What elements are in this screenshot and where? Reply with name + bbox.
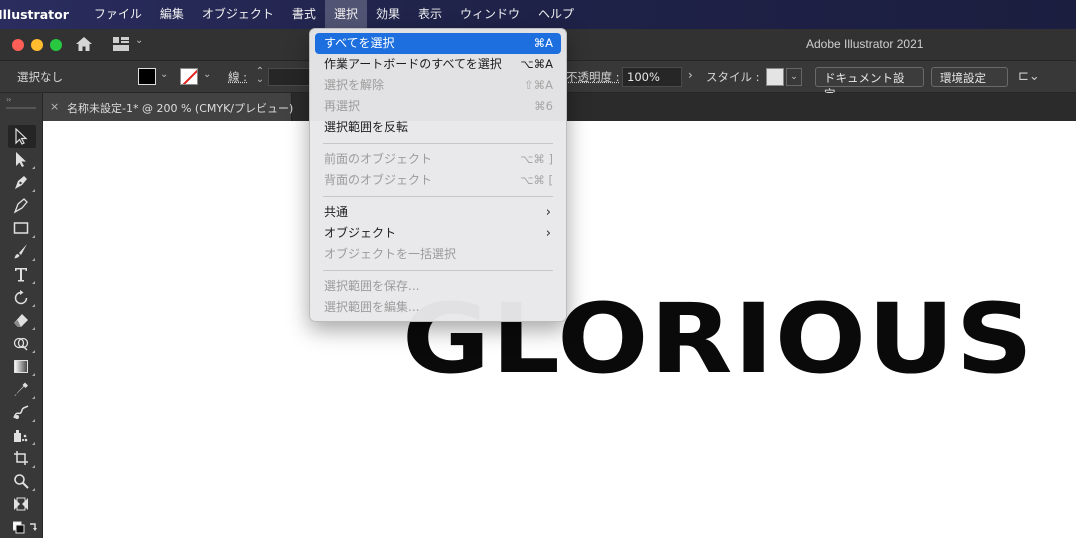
opacity-label[interactable]: 不透明度 : [566, 69, 620, 85]
eyedropper-tool-icon[interactable] [8, 378, 36, 401]
select-menu-item[interactable]: 再選択 ⌘6 [315, 96, 561, 117]
stroke-color-swatch[interactable] [180, 68, 198, 85]
document-tab[interactable]: × 名称未設定-1* @ 200 % (CMYK/プレビュー) [43, 93, 294, 121]
menu-item-label: 共通 [324, 205, 349, 219]
menu-item-shortcut: ⌘6 [534, 99, 553, 113]
menu-item-shortcut: ⌥⌘A [520, 57, 553, 71]
artboard-tool-icon[interactable] [8, 447, 36, 470]
menu-item-label: オブジェクトを一括選択 [324, 247, 457, 261]
select-menu-item[interactable]: 前面のオブジェクト ⌥⌘ ] [315, 149, 561, 170]
menu-help[interactable]: ヘルプ [529, 0, 583, 29]
symbol-sprayer-tool-icon[interactable] [8, 424, 36, 447]
blend-tool-icon[interactable] [8, 401, 36, 424]
menu-type[interactable]: 書式 [283, 0, 325, 29]
paintbrush-tool-icon[interactable] [8, 240, 36, 263]
menu-view[interactable]: 表示 [409, 0, 451, 29]
close-tab-icon[interactable]: × [50, 100, 59, 113]
zoom-tool-icon[interactable] [8, 470, 36, 493]
chevron-right-icon: › [545, 205, 551, 220]
panel-collapse-icon[interactable]: ›› [6, 95, 12, 104]
stroke-label[interactable]: 線 : [228, 69, 247, 85]
chevron-down-icon[interactable]: ⌄ [135, 35, 143, 46]
menu-edit[interactable]: 編集 [151, 0, 193, 29]
menu-separator [323, 143, 553, 144]
menu-item-label: 選択を解除 [324, 78, 385, 92]
chevron-down-icon[interactable]: ⌄ [786, 68, 802, 86]
document-tab-label: 名称未設定-1* @ 200 % (CMYK/プレビュー) [67, 102, 294, 115]
shape-builder-tool-icon[interactable] [8, 332, 36, 355]
chevron-right-icon[interactable]: › [688, 68, 693, 82]
window-title: Adobe Illustrator 2021 [806, 37, 924, 51]
select-menu-item[interactable]: 共通 › [315, 202, 561, 223]
window-controls [12, 39, 62, 51]
menu-object[interactable]: オブジェクト [193, 0, 283, 29]
preferences-button[interactable]: 環境設定 [931, 67, 1008, 87]
stroke-weight-input[interactable] [268, 68, 310, 86]
menu-separator [323, 196, 553, 197]
chevron-down-icon[interactable]: ⌄ [160, 69, 168, 80]
tools-panel: ›› [0, 93, 43, 538]
panel-grip[interactable] [6, 107, 36, 109]
rotate-tool-icon[interactable] [8, 286, 36, 309]
rectangle-tool-icon[interactable] [8, 217, 36, 240]
gradient-tool-icon[interactable] [8, 355, 36, 378]
menu-item-label: 作業アートボードのすべてを選択 [324, 57, 502, 71]
menu-item-shortcut: ⌘A [533, 36, 553, 50]
curvature-tool-icon[interactable] [8, 194, 36, 217]
select-menu-item[interactable]: 選択範囲を反転 [315, 117, 561, 138]
fill-stroke-swap-icon[interactable] [8, 516, 37, 538]
menu-item-label: 前面のオブジェクト [324, 152, 433, 166]
menu-effect[interactable]: 効果 [367, 0, 409, 29]
menu-item-label: 再選択 [324, 99, 361, 113]
menu-item-label: 選択範囲を保存... [324, 279, 420, 293]
menu-bar: Illustrator ファイル 編集 オブジェクト 書式 選択 効果 表示 ウ… [0, 0, 1076, 29]
select-menu-item[interactable]: オブジェクト › [315, 223, 561, 244]
select-menu-item[interactable]: 選択範囲を編集... [315, 297, 561, 318]
select-menu-dropdown: すべてを選択 ⌘A 作業アートボードのすべてを選択 ⌥⌘A 選択を解除 ⇧⌘A 再選択 ⌘6 選… [309, 28, 567, 322]
menu-item-label: オブジェクト [324, 226, 397, 240]
menu-item-label: 選択範囲を編集... [324, 300, 420, 314]
menu-file[interactable]: ファイル [85, 0, 151, 29]
select-menu-item[interactable]: 作業アートボードのすべてを選択 ⌥⌘A [315, 54, 561, 75]
selection-status: 選択なし [17, 70, 63, 84]
pen-tool-icon[interactable] [8, 171, 36, 194]
minimize-window-button[interactable] [31, 39, 43, 51]
arrange-documents-icon[interactable]: ⊏⌄ [1018, 69, 1040, 84]
chevron-down-icon[interactable]: ⌄ [203, 69, 211, 80]
select-menu-item[interactable]: 背面のオブジェクト ⌥⌘ [ [315, 170, 561, 191]
menu-separator [323, 270, 553, 271]
tool-list [8, 125, 38, 538]
home-icon[interactable] [75, 36, 93, 52]
select-menu-item[interactable]: オブジェクトを一括選択 [315, 244, 561, 265]
menu-item-label: すべてを選択 [324, 36, 395, 50]
menu-select[interactable]: 選択 [324, 0, 367, 29]
app-menu[interactable]: Illustrator [0, 7, 69, 22]
menu-item-shortcut: ⇧⌘A [523, 78, 553, 92]
chevron-right-icon: › [545, 226, 551, 241]
document-setup-button[interactable]: ドキュメント設定 [815, 67, 924, 101]
menu-item-label: 選択範囲を反転 [324, 120, 409, 134]
style-label: スタイル : [706, 70, 760, 84]
graphic-style-swatch[interactable] [766, 68, 784, 86]
menu-item-label: 背面のオブジェクト [324, 173, 433, 187]
workspace-layout-icon[interactable] [113, 37, 129, 51]
eraser-tool-icon[interactable] [8, 309, 36, 332]
stroke-stepper-icon[interactable]: ⌃ ⌄ [253, 67, 267, 86]
menu-window[interactable]: ウィンドウ [451, 0, 529, 29]
direct-selection-tool-icon[interactable] [8, 148, 36, 171]
menu-item-shortcut: ⌥⌘ ] [520, 152, 553, 166]
zoom-window-button[interactable] [50, 39, 62, 51]
select-menu-item[interactable]: 選択を解除 ⇧⌘A [315, 75, 561, 96]
type-tool-icon[interactable] [8, 263, 36, 286]
close-window-button[interactable] [12, 39, 24, 51]
edit-toolbar-icon[interactable] [8, 493, 36, 516]
fill-color-swatch[interactable] [138, 68, 156, 85]
select-menu-item[interactable]: すべてを選択 ⌘A [315, 33, 561, 54]
menu-item-shortcut: ⌥⌘ [ [520, 173, 553, 187]
select-menu-item[interactable]: 選択範囲を保存... [315, 276, 561, 297]
opacity-input[interactable]: 100% [622, 67, 682, 87]
selection-tool-icon[interactable] [8, 125, 36, 148]
